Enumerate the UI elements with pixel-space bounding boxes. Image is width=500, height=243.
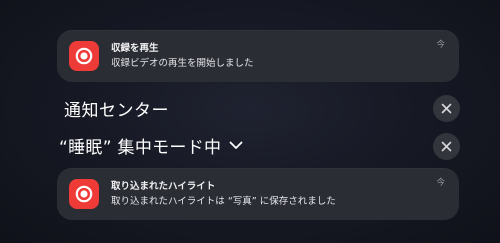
notification-time: 今 [436,178,445,188]
close-icon [441,141,452,152]
focus-mode-toggle[interactable]: “睡眠” 集中モード中 [59,133,243,158]
notification-body: 収録ビデオの再生を開始しました [111,58,254,69]
record-icon [69,41,99,71]
notification-center-title: 通知センター [64,101,169,121]
focus-mode-label: “睡眠” 集中モード中 [59,138,222,158]
notification-title: 収録を再生 [111,43,159,54]
record-icon [69,179,99,209]
clear-focus-notifications-button[interactable] [433,133,460,160]
notification-card-playback[interactable]: 収録を再生 収録ビデオの再生を開始しました 今 [57,30,459,82]
notification-time: 今 [436,40,445,50]
close-icon [441,103,452,114]
notification-title: 取り込まれたハイライト [111,181,216,192]
notification-card-highlight[interactable]: 取り込まれたハイライト 取り込まれたハイライトは “写真” に保存されました 今 [57,168,459,220]
clear-notifications-button[interactable] [433,95,460,122]
chevron-down-icon [229,139,243,153]
notification-body: 取り込まれたハイライトは “写真” に保存されました [111,196,336,207]
